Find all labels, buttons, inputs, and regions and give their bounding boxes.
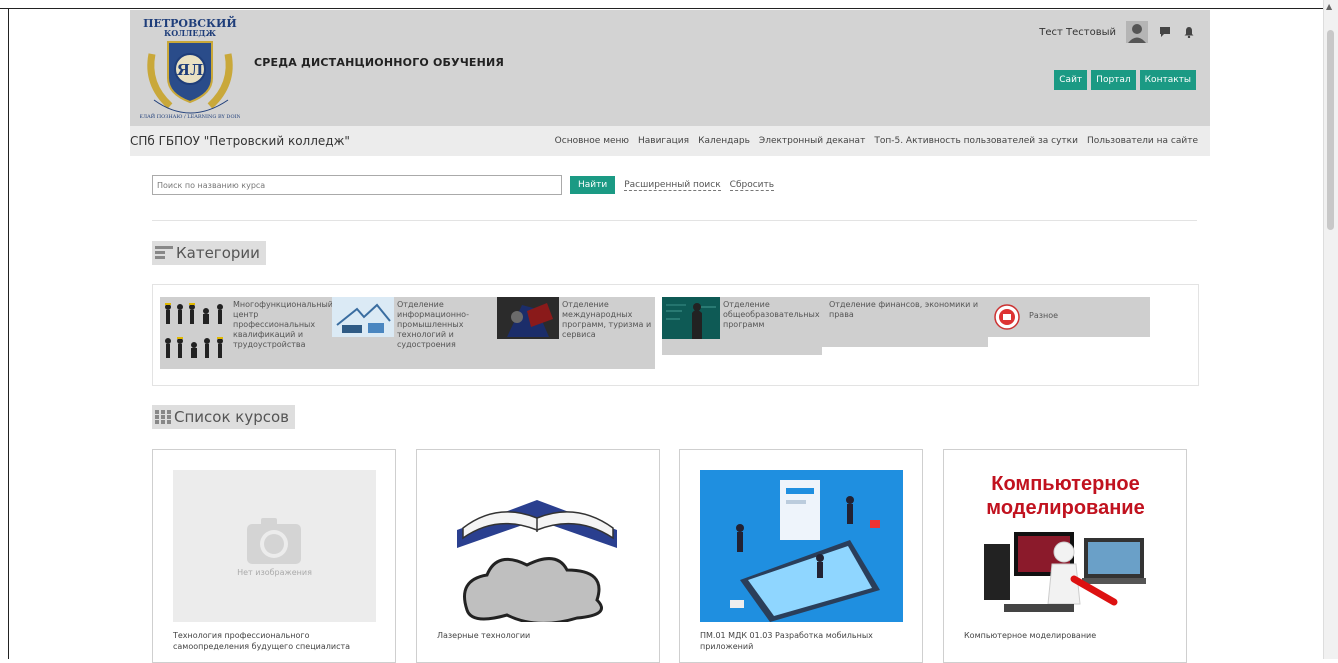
categories-box: Многофункциональный центр профессиональн… — [152, 284, 1199, 386]
scroll-up-arrow-icon[interactable]: ▲ — [1326, 2, 1332, 11]
svg-text:КОЛЛЕДЖ: КОЛЛЕДЖ — [164, 28, 217, 38]
category-image-education — [662, 297, 720, 339]
category-item-misc[interactable]: Разное — [988, 297, 1150, 337]
camera-icon — [247, 518, 301, 564]
course-card[interactable]: Компьютерное моделирование Компьютерное … — [943, 449, 1187, 663]
course-image-book — [437, 470, 640, 622]
contacts-button[interactable]: Контакты — [1139, 70, 1196, 90]
category-label: Разное — [1029, 311, 1059, 320]
category-label: Отделение финансов, экономики и права — [829, 300, 979, 319]
category-item-employment[interactable]: Многофункциональный центр профессиональн… — [160, 297, 334, 369]
course-image-mobile-dev — [700, 470, 903, 622]
course-search-input[interactable] — [152, 175, 562, 195]
category-item-international[interactable]: Отделение международных программ, туризм… — [497, 297, 655, 369]
course-title[interactable]: Лазерные технологии — [437, 630, 642, 641]
user-name[interactable]: Тест Тестовый — [1039, 27, 1116, 38]
categories-title: Категории — [176, 244, 260, 262]
courses-heading: Список курсов — [152, 405, 296, 429]
category-item-finance[interactable]: Отделение финансов, экономики и права — [822, 297, 988, 347]
category-item-it-shipbuilding[interactable]: Отделение информационно-промышленных тех… — [332, 297, 497, 369]
navbar-brand[interactable]: СПб ГБПОУ "Петровский колледж" — [130, 134, 350, 148]
course-image-placeholder: Нет изображения — [173, 470, 376, 622]
svg-text:ДЕЛАЙ ПОЗНАЮ / LEARNING BY DOI: ДЕЛАЙ ПОЗНАЮ / LEARNING BY DOING — [140, 112, 240, 120]
nav-links: Основное меню Навигация Календарь Электр… — [555, 136, 1198, 146]
course-image-computer-modeling: Компьютерное моделирование — [964, 470, 1167, 622]
svg-text:ЯЛ: ЯЛ — [177, 61, 204, 79]
page-scrollbar[interactable]: ▲ — [1323, 0, 1338, 659]
frame-left-border — [8, 8, 9, 659]
course-card[interactable]: Нет изображения Технология профессиональ… — [152, 449, 396, 663]
notifications-bell-icon[interactable] — [1182, 25, 1196, 39]
site-title: СРЕДА ДИСТАНЦИОННОГО ОБУЧЕНИЯ — [254, 56, 505, 69]
user-area: Тест Тестовый — [1039, 20, 1196, 44]
site-button[interactable]: Сайт — [1054, 70, 1088, 90]
categories-heading: Категории — [152, 241, 266, 265]
user-silhouette-icon — [1128, 24, 1146, 43]
scrollbar-thumb[interactable] — [1327, 30, 1334, 230]
advanced-search-link[interactable]: Расширенный поиск — [624, 180, 721, 191]
category-label: Отделение информационно-промышленных тех… — [397, 300, 469, 349]
nav-top5-activity[interactable]: Топ-5. Активность пользователей за сутки — [874, 136, 1078, 146]
category-label: Многофункциональный центр профессиональн… — [233, 300, 334, 349]
category-image-workers — [160, 297, 230, 369]
category-image-travel — [497, 297, 559, 339]
college-logo[interactable]: ПЕТРОВСКИЙ КОЛЛЕДЖ ЯЛ ДЕЛАЙ ПОЗНАЮ / LEA… — [135, 14, 245, 122]
course-title[interactable]: Компьютерное моделирование — [964, 630, 1169, 641]
category-label: Отделение общеобразовательных программ — [723, 300, 820, 329]
category-item-general-education[interactable]: Отделение общеобразовательных программ — [662, 297, 822, 355]
nav-electronic-dean[interactable]: Электронный деканат — [759, 136, 865, 146]
divider — [152, 220, 1197, 221]
list-lines-icon — [155, 246, 173, 259]
site-header: ПЕТРОВСКИЙ КОЛЛЕДЖ ЯЛ ДЕЛАЙ ПОЗНАЮ / LEA… — [130, 10, 1210, 126]
categories-list: Многофункциональный центр профессиональн… — [160, 297, 1150, 369]
course-banner-text: Компьютерное моделирование — [986, 473, 1145, 519]
course-search: Найти Расширенный поиск Сбросить — [152, 175, 775, 195]
messages-icon[interactable] — [1158, 25, 1172, 39]
search-button[interactable]: Найти — [570, 176, 616, 194]
grid-icon — [155, 410, 171, 424]
no-image-text: Нет изображения — [237, 568, 312, 577]
nav-users-online[interactable]: Пользователи на сайте — [1087, 136, 1198, 146]
course-title[interactable]: ПМ.01 МДК 01.03 Разработка мобильных при… — [700, 630, 905, 652]
nav-navigation[interactable]: Навигация — [638, 136, 689, 146]
portal-button[interactable]: Портал — [1091, 70, 1136, 90]
category-image-it — [332, 297, 394, 337]
courses-title: Список курсов — [174, 408, 290, 426]
avatar[interactable] — [1126, 21, 1148, 43]
main-navbar: СПб ГБПОУ "Петровский колледж" Основное … — [130, 126, 1210, 156]
nav-main-menu[interactable]: Основное меню — [555, 136, 629, 146]
course-card[interactable]: Лазерные технологии — [416, 449, 660, 663]
nav-calendar[interactable]: Календарь — [698, 136, 750, 146]
category-label: Отделение международных программ, туризм… — [562, 300, 652, 339]
misc-icon — [988, 297, 1026, 337]
course-card[interactable]: ПМ.01 МДК 01.03 Разработка мобильных при… — [679, 449, 923, 663]
frame-top-border — [0, 8, 1338, 9]
header-buttons: Сайт Портал Контакты — [1054, 70, 1196, 90]
course-title[interactable]: Технология профессионального самоопредел… — [173, 630, 378, 652]
reset-search-link[interactable]: Сбросить — [729, 180, 775, 191]
